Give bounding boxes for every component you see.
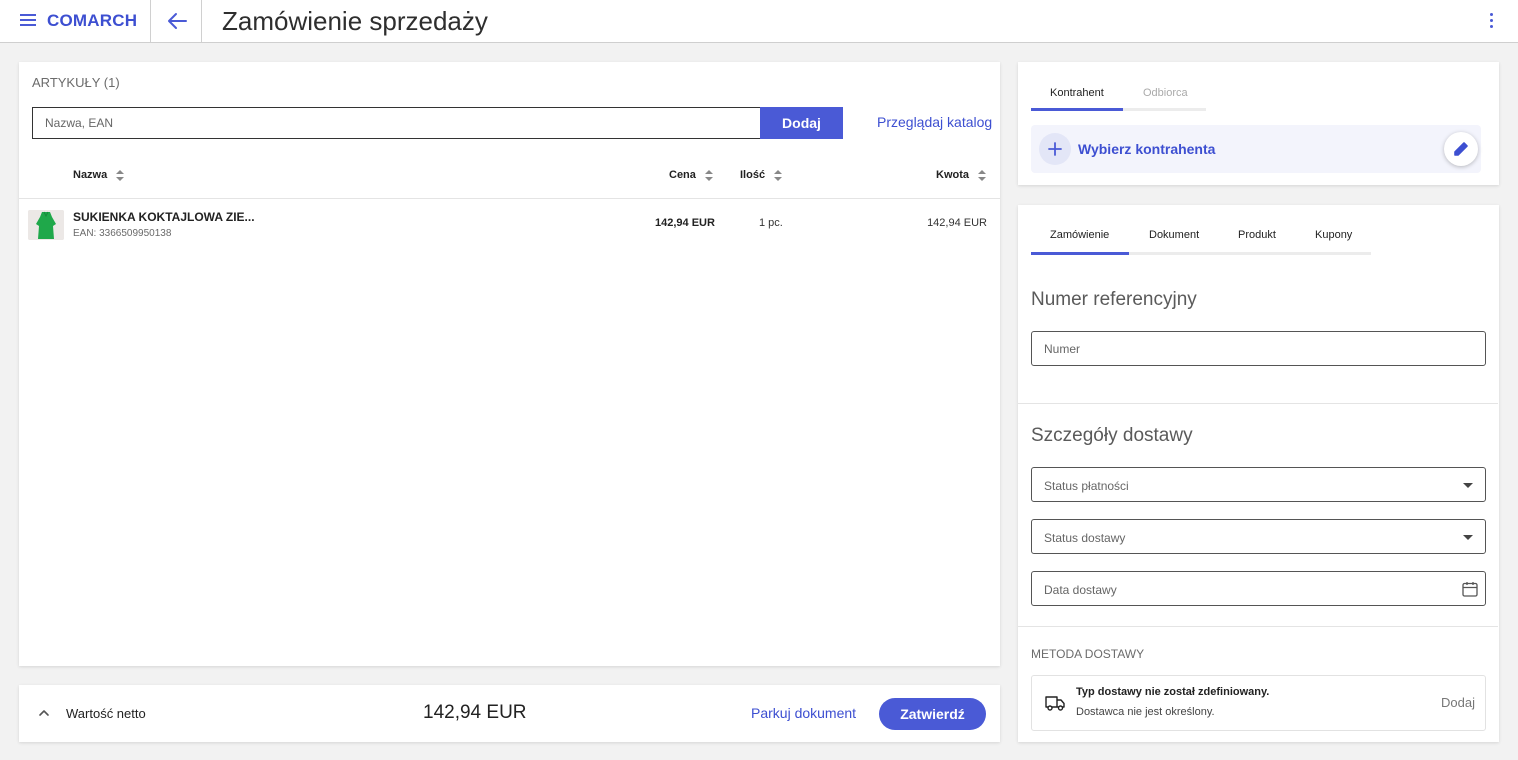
tab-order[interactable]: Zamówienie bbox=[1050, 229, 1109, 241]
column-header-amount[interactable]: Kwota bbox=[936, 169, 987, 181]
header-divider bbox=[201, 0, 202, 42]
arrow-left-icon[interactable] bbox=[166, 11, 188, 31]
chevron-up-icon[interactable] bbox=[38, 706, 50, 718]
tab-recipient[interactable]: Odbiorca bbox=[1143, 87, 1188, 99]
net-value-label: Wartość netto bbox=[66, 706, 146, 721]
payment-status-select[interactable]: Status płatności bbox=[1031, 467, 1486, 502]
table-row[interactable]: SUKIENKA KOKTAJLOWA ZIE... EAN: 33665099… bbox=[19, 199, 1000, 249]
page-title: Zamówienie sprzedaży bbox=[222, 6, 488, 36]
add-article-button[interactable]: Dodaj bbox=[760, 107, 843, 139]
delivery-method-box: Typ dostawy nie został zdefiniowany. Dos… bbox=[1031, 675, 1486, 731]
item-name: SUKIENKA KOKTAJLOWA ZIE... bbox=[73, 210, 255, 224]
section-divider bbox=[1018, 626, 1498, 627]
column-header-label: Ilość bbox=[740, 169, 766, 181]
dropdown-caret-icon bbox=[1463, 483, 1473, 488]
active-tab-indicator bbox=[1031, 108, 1123, 111]
sort-icon bbox=[774, 169, 783, 181]
confirm-button[interactable]: Zatwierdź bbox=[879, 698, 986, 730]
column-header-label: Nazwa bbox=[73, 169, 108, 181]
order-card: Zamówienie Dokument Produkt Kupony Numer… bbox=[1018, 205, 1499, 742]
brand-logo: COMARCH bbox=[47, 11, 138, 30]
edit-pencil-icon[interactable] bbox=[1444, 132, 1478, 166]
tab-coupons[interactable]: Kupony bbox=[1315, 229, 1352, 241]
column-header-label: Cena bbox=[669, 169, 696, 181]
select-contractor-button[interactable]: Wybierz kontrahenta bbox=[1031, 125, 1481, 173]
column-header-label: Kwota bbox=[936, 169, 969, 181]
reference-number-input[interactable] bbox=[1032, 332, 1485, 365]
active-tab-indicator bbox=[1031, 252, 1129, 255]
truck-icon bbox=[1044, 694, 1066, 712]
sort-icon bbox=[116, 169, 125, 181]
browse-catalog-link[interactable]: Przeglądaj katalog bbox=[877, 114, 992, 130]
sort-icon bbox=[978, 169, 987, 181]
item-price: 142,94 EUR bbox=[655, 217, 715, 229]
section-divider bbox=[1018, 403, 1498, 404]
item-qty: 1 pc. bbox=[759, 217, 783, 229]
delivery-method-title: METODA DOSTAWY bbox=[1031, 647, 1145, 661]
delivery-status-select[interactable]: Status dostawy bbox=[1031, 519, 1486, 554]
dropdown-caret-icon bbox=[1463, 535, 1473, 540]
delivery-status-label: Status dostawy bbox=[1044, 531, 1126, 545]
column-header-name[interactable]: Nazwa bbox=[73, 169, 125, 181]
select-contractor-label: Wybierz kontrahenta bbox=[1078, 141, 1216, 157]
item-amount: 142,94 EUR bbox=[927, 217, 987, 229]
delivery-provider-text: Dostawca nie jest określony. bbox=[1076, 706, 1215, 718]
reference-number-field[interactable] bbox=[1031, 331, 1486, 366]
articles-title: ARTYKUŁY (1) bbox=[32, 75, 120, 90]
delivery-date-field[interactable]: Data dostawy bbox=[1031, 571, 1486, 606]
more-vertical-icon[interactable] bbox=[1484, 12, 1498, 30]
app-header: COMARCH Zamówienie sprzedaży bbox=[0, 0, 1518, 43]
sort-icon bbox=[704, 169, 713, 181]
payment-status-label: Status płatności bbox=[1044, 479, 1129, 493]
contractor-card: Kontrahent Odbiorca Wybierz kontrahenta bbox=[1018, 62, 1499, 185]
item-ean: EAN: 3366509950138 bbox=[73, 228, 172, 239]
add-delivery-method-button[interactable]: Dodaj bbox=[1441, 695, 1475, 710]
tab-contractor[interactable]: Kontrahent bbox=[1050, 87, 1104, 99]
articles-card: ARTYKUŁY (1) Dodaj Przeglądaj katalog Na… bbox=[19, 62, 1000, 666]
delivery-details-title: Szczegóły dostawy bbox=[1031, 425, 1193, 446]
header-divider bbox=[150, 0, 151, 42]
delivery-date-label: Data dostawy bbox=[1044, 583, 1117, 597]
column-header-price[interactable]: Cena bbox=[669, 169, 713, 181]
product-thumbnail bbox=[28, 210, 64, 240]
summary-bar: Wartość netto 142,94 EUR Parkuj dokument… bbox=[19, 685, 1000, 742]
net-value-amount: 142,94 EUR bbox=[423, 702, 527, 723]
reference-number-title: Numer referencyjny bbox=[1031, 289, 1197, 310]
column-header-qty[interactable]: Ilość bbox=[740, 169, 783, 181]
plus-icon bbox=[1039, 133, 1071, 165]
calendar-icon[interactable] bbox=[1461, 580, 1479, 598]
delivery-type-text: Typ dostawy nie został zdefiniowany. bbox=[1076, 686, 1270, 698]
hamburger-menu-icon[interactable] bbox=[20, 13, 36, 27]
park-document-button[interactable]: Parkuj dokument bbox=[751, 705, 856, 721]
tab-product[interactable]: Produkt bbox=[1238, 229, 1276, 241]
article-search-input[interactable] bbox=[32, 107, 761, 139]
tab-document[interactable]: Dokument bbox=[1149, 229, 1199, 241]
